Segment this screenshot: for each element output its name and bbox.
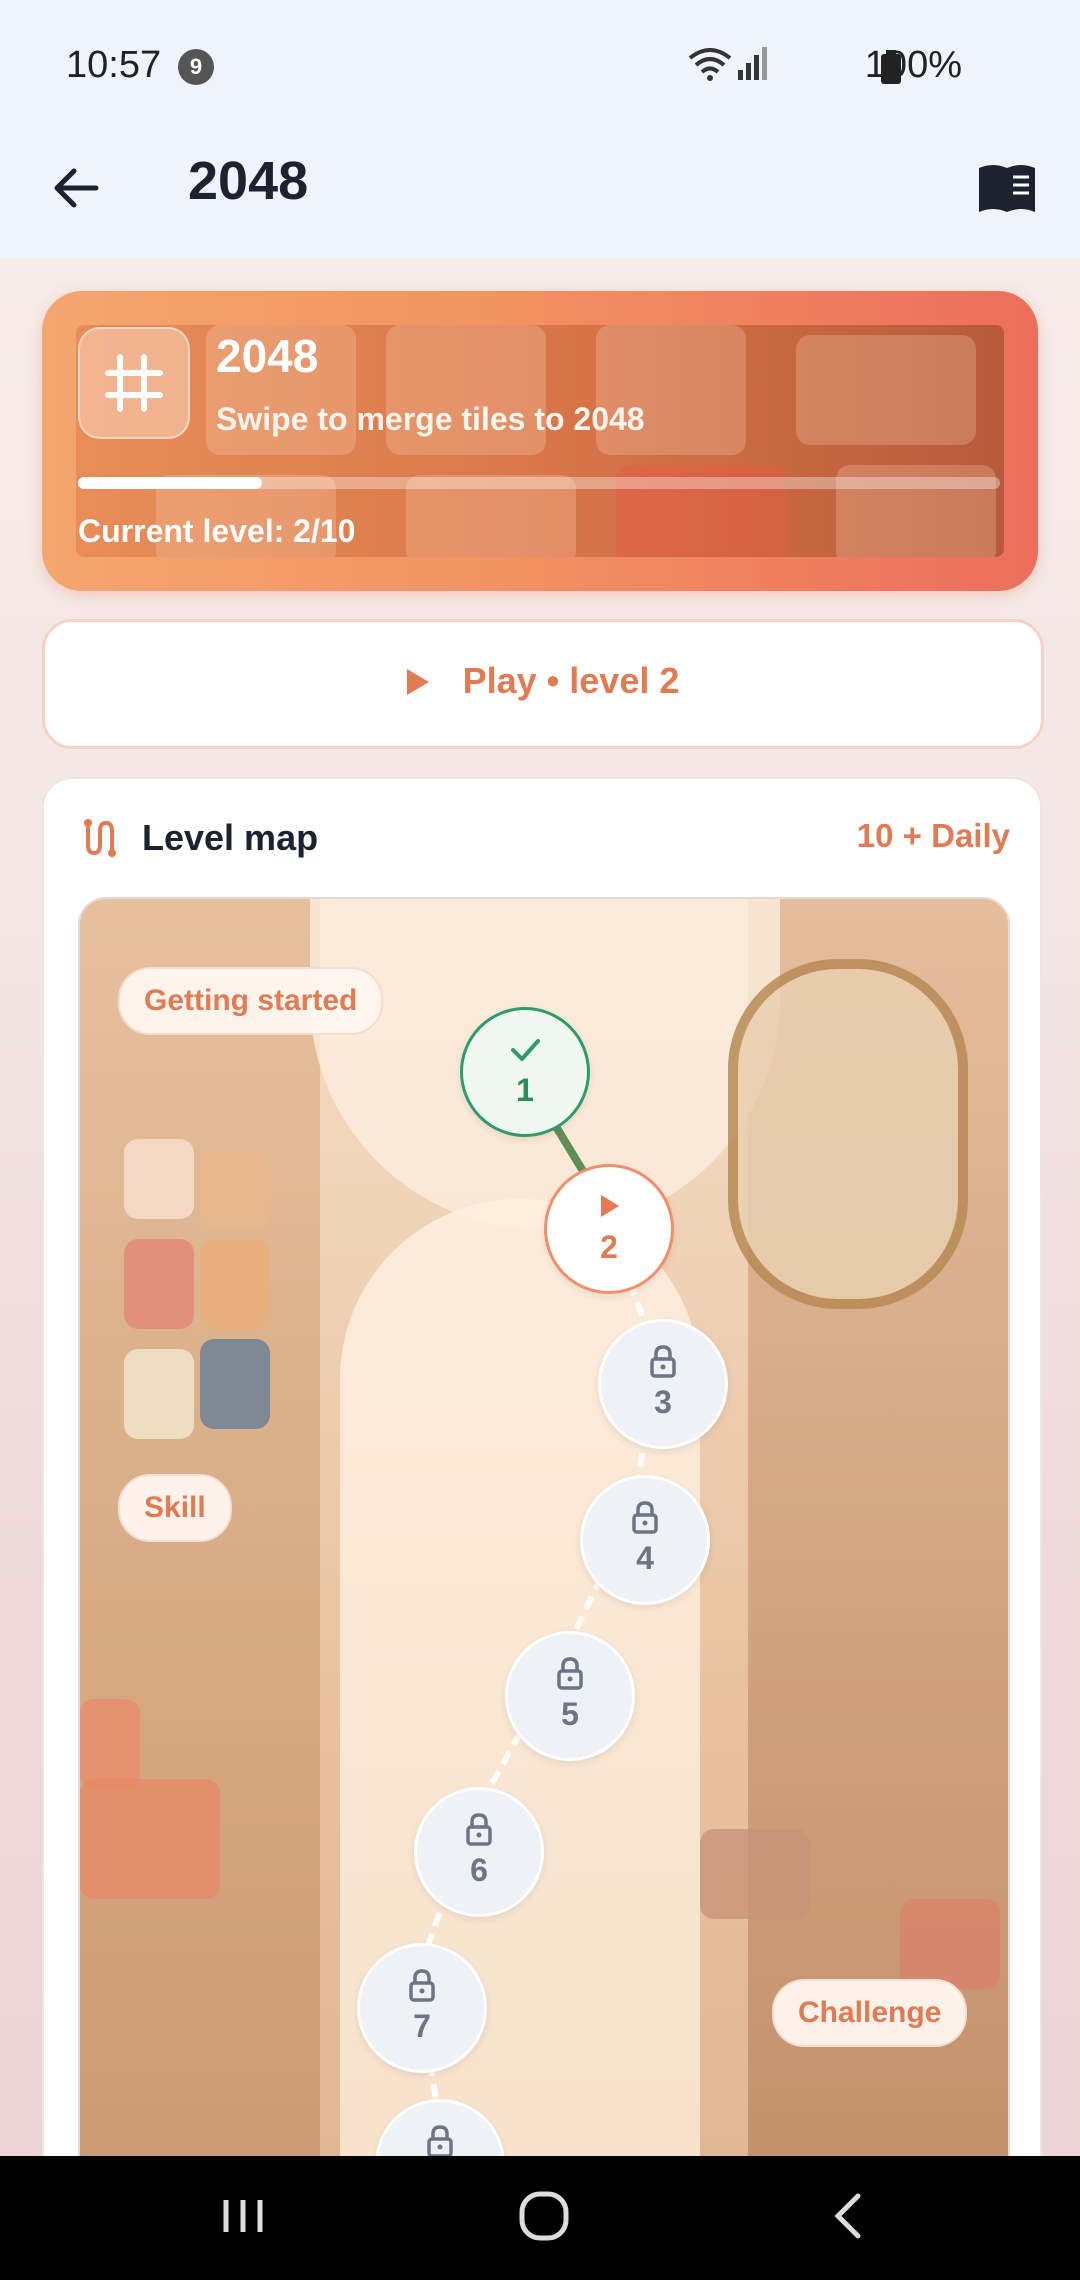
level-node-6[interactable]: 6 xyxy=(414,1787,544,1917)
route-icon xyxy=(84,819,116,857)
signal-icon xyxy=(738,47,767,80)
level-node-5[interactable]: 5 xyxy=(505,1631,635,1761)
book-icon[interactable] xyxy=(976,160,1038,216)
banner-subtitle: Swipe to merge tiles to 2048 xyxy=(216,401,645,437)
banner-title: 2048 xyxy=(216,330,319,382)
current-level-text: Current level: 2/10 xyxy=(78,513,356,549)
back-nav-icon[interactable] xyxy=(824,2186,874,2246)
tag-skill: Skill xyxy=(118,1474,232,1542)
arrow-left-icon[interactable] xyxy=(46,158,106,218)
battery-icon xyxy=(881,50,901,84)
level-map-title: Level map xyxy=(142,817,319,858)
play-button-label: Play • level 2 xyxy=(406,660,679,702)
checkmark-icon xyxy=(511,1039,540,1061)
level-count-badge: 10 + Daily xyxy=(856,817,1010,854)
home-icon[interactable] xyxy=(514,2186,574,2246)
play-icon xyxy=(601,1195,619,1217)
level-node-1[interactable]: 1 xyxy=(460,1007,590,1137)
lock-icon xyxy=(466,1813,492,1846)
play-button[interactable]: Play • level 2 xyxy=(42,619,1044,749)
tag-getting-started: Getting started xyxy=(118,967,384,1035)
lock-icon xyxy=(650,1345,676,1378)
level-node-7[interactable]: 7 xyxy=(357,1943,487,2073)
lock-icon xyxy=(409,1969,435,2002)
level-map-card: Level map 10 + Daily Getting started Ski… xyxy=(42,777,1042,2241)
level-node-2[interactable]: 2 xyxy=(544,1164,674,1294)
level-progress-bar xyxy=(78,477,1000,489)
play-icon xyxy=(406,669,429,695)
page-title: 2048 xyxy=(188,151,309,211)
grid-icon xyxy=(78,327,190,439)
status-bar: 10:57 9 100% xyxy=(0,0,1080,130)
status-time: 10:57 xyxy=(66,44,162,86)
wifi-icon xyxy=(688,48,732,81)
notification-count-badge: 9 xyxy=(178,49,214,85)
level-map-area[interactable]: Getting started Skill Challenge 1 2 3 4 … xyxy=(78,897,1010,2241)
level-node-4[interactable]: 4 xyxy=(580,1475,710,1605)
recent-apps-icon[interactable] xyxy=(218,2186,268,2246)
level-progress-fill xyxy=(78,477,263,489)
level-node-3[interactable]: 3 xyxy=(598,1319,728,1449)
game-banner: 2048 Swipe to merge tiles to 2048 Curren… xyxy=(42,291,1038,591)
tag-challenge: Challenge xyxy=(772,1979,968,2047)
lock-icon xyxy=(427,2125,453,2158)
lock-icon xyxy=(557,1657,583,1690)
app-bar: 2048 xyxy=(0,130,1080,258)
lock-icon xyxy=(632,1501,658,1534)
system-nav-bar xyxy=(0,2156,1080,2280)
